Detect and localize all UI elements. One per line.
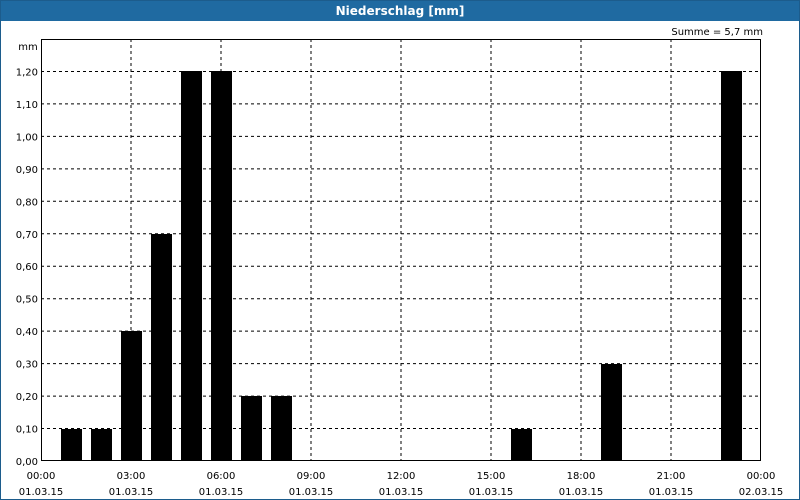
precipitation-bar [601, 364, 622, 461]
precipitation-bar [121, 331, 142, 461]
y-tick-label: 0,10 [16, 425, 38, 436]
precipitation-bar [211, 71, 232, 461]
precipitation-bar [61, 429, 82, 461]
x-tick-time: 03:00 [117, 471, 146, 482]
x-tick-time: 00:00 [747, 471, 776, 482]
y-tick-label: 1,00 [16, 132, 38, 143]
precipitation-chart: 0,00 0,10 0,20 0,30 0,40 0,50 0,60 0,70 0,80 0,90… [16, 39, 784, 498]
y-tick-label: 1,20 [16, 67, 38, 78]
x-tick-date: 01.03.15 [289, 487, 334, 498]
x-tick-date: 01.03.15 [109, 487, 154, 498]
y-tick-label: 0,90 [16, 165, 38, 176]
x-tick-date: 02.03.15 [739, 487, 784, 498]
x-tick-date: 01.03.15 [19, 487, 64, 498]
y-tick-label: 0,40 [16, 327, 38, 338]
x-tick-date: 01.03.15 [379, 487, 424, 498]
precipitation-bar [721, 71, 742, 461]
precipitation-bar [511, 429, 532, 461]
y-axis-label: mm [18, 42, 37, 53]
x-tick-time: 06:00 [207, 471, 236, 482]
y-tick-label: 0,80 [16, 197, 38, 208]
y-tick-label: 0,50 [16, 295, 38, 306]
precipitation-bar [91, 429, 112, 461]
y-tick-label: 0,20 [16, 392, 38, 403]
x-tick-time: 18:00 [567, 471, 596, 482]
x-tick-time: 09:00 [297, 471, 326, 482]
x-tick-date: 01.03.15 [649, 487, 694, 498]
x-tick-time: 12:00 [387, 471, 416, 482]
x-tick-date: 01.03.15 [199, 487, 244, 498]
precipitation-bar [271, 396, 292, 461]
x-tick-time: 15:00 [477, 471, 506, 482]
y-tick-label: 0,70 [16, 230, 38, 241]
precipitation-bar [181, 71, 202, 461]
precipitation-bar [241, 396, 262, 461]
y-tick-label: 0,00 [16, 457, 38, 468]
y-tick-label: 1,10 [16, 100, 38, 111]
y-tick-label: 0,60 [16, 262, 38, 273]
precipitation-bar [151, 234, 172, 461]
x-tick-time: 21:00 [657, 471, 686, 482]
y-tick-label: 0,30 [16, 360, 38, 371]
x-tick-date: 01.03.15 [469, 487, 514, 498]
x-tick-date: 01.03.15 [559, 487, 604, 498]
x-tick-time: 00:00 [27, 471, 56, 482]
